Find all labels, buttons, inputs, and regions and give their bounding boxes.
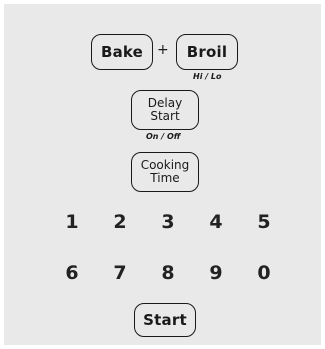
bake-label: Bake: [100, 43, 144, 61]
digit-3-button[interactable]: 3: [156, 211, 180, 233]
digit-0-button[interactable]: 0: [252, 262, 276, 284]
broil-hi-lo-caption: Hi / Lo: [193, 72, 222, 81]
digit-4-button[interactable]: 4: [204, 211, 228, 233]
digit-6-button[interactable]: 6: [60, 262, 84, 284]
plus-sign: +: [157, 42, 169, 58]
delay-on-off-caption: On / Off: [146, 132, 181, 141]
delay-start-label: Delay Start: [148, 97, 182, 123]
bake-button[interactable]: Bake: [91, 34, 153, 70]
broil-label: Broil: [186, 43, 228, 61]
digit-8-button[interactable]: 8: [156, 262, 180, 284]
oven-control-panel: Bake + Broil Hi / Lo Delay Start On / Of…: [4, 4, 321, 345]
delay-start-button[interactable]: Delay Start: [131, 90, 199, 130]
digit-9-button[interactable]: 9: [204, 262, 228, 284]
start-label: Start: [143, 311, 187, 329]
start-button[interactable]: Start: [134, 303, 196, 337]
delay-start-line-2: Start: [150, 109, 180, 123]
cooking-time-label: Cooking Time: [141, 159, 190, 185]
digit-7-button[interactable]: 7: [108, 262, 132, 284]
cooking-time-button[interactable]: Cooking Time: [131, 152, 199, 192]
cooking-time-line-2: Time: [150, 171, 180, 185]
broil-button[interactable]: Broil: [176, 34, 238, 70]
digit-1-button[interactable]: 1: [60, 211, 84, 233]
digit-2-button[interactable]: 2: [108, 211, 132, 233]
digit-5-button[interactable]: 5: [252, 211, 276, 233]
